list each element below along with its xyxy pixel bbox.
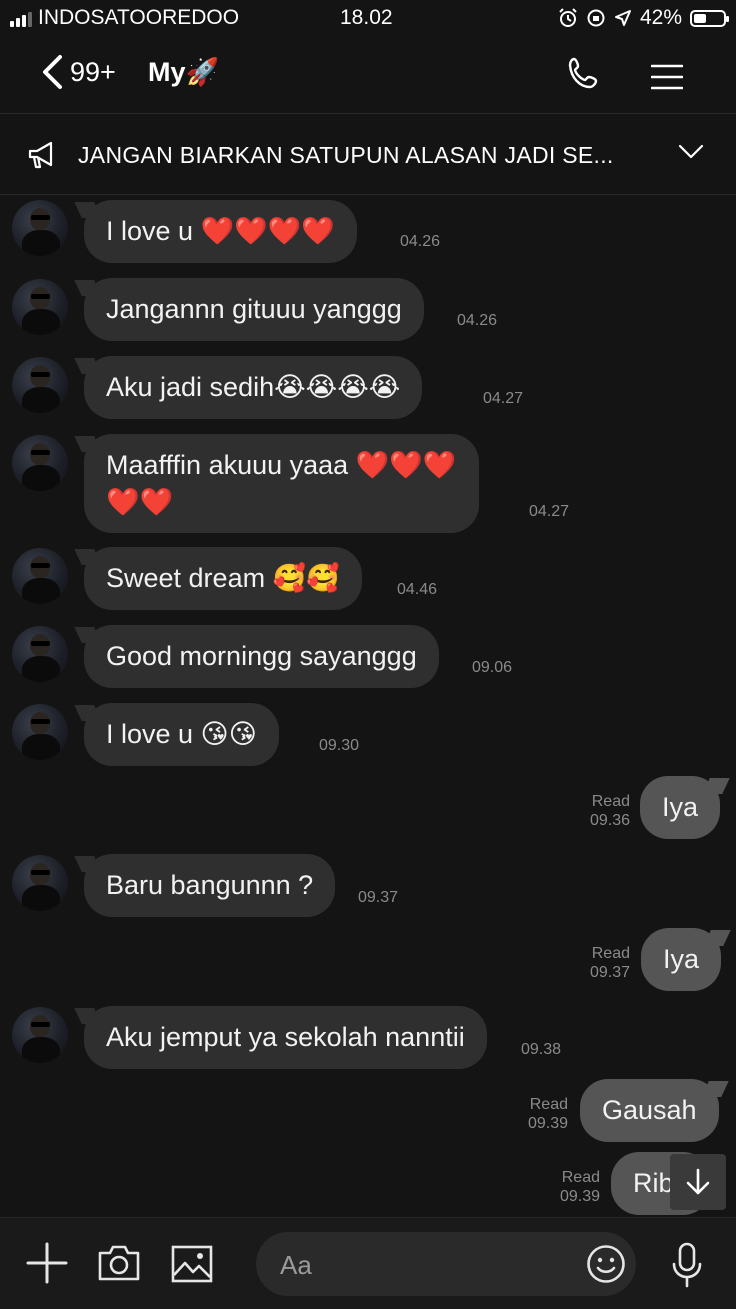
message-time: 09.39 — [559, 1188, 600, 1205]
message-time: 09.37 — [589, 964, 630, 981]
message-time: 04.26 — [457, 312, 498, 329]
rotation-lock-icon — [587, 9, 605, 27]
message-bubble[interactable]: I love u ❤️❤️❤️❤️ — [84, 200, 358, 263]
read-label: Read — [561, 1169, 600, 1186]
status-icons: 42% — [558, 6, 729, 30]
message-text-line2: ❤️❤️ — [106, 487, 174, 517]
message-input-bar — [0, 1217, 736, 1309]
status-bar: INDOSATOOREDOO 18.02 42% — [0, 0, 736, 36]
read-receipt: Read 09.36 — [570, 792, 630, 830]
microphone-icon[interactable] — [670, 1242, 704, 1288]
location-arrow-icon — [614, 10, 631, 26]
avatar[interactable] — [12, 435, 68, 491]
message-input-container[interactable] — [256, 1232, 636, 1298]
message-text: Baru bangunnn ? — [106, 870, 314, 900]
read-label: Read — [591, 793, 630, 810]
message-text: Iya — [663, 944, 700, 974]
message-bubble[interactable]: Aku jadi sedih😭😭😭😭 — [84, 356, 423, 419]
message-text: Gausah — [602, 1095, 697, 1125]
message-text: Aku jadi sedih😭😭😭😭 — [106, 372, 401, 402]
signal-icon — [10, 9, 32, 27]
chevron-down-icon[interactable] — [678, 144, 704, 160]
message-bubble[interactable]: Jangannn gituuu yanggg — [84, 278, 424, 341]
message-text: Iya — [662, 792, 699, 822]
message-bubble[interactable]: Gausah — [580, 1079, 719, 1142]
message-text: Sweet dream 🥰🥰 — [106, 563, 340, 593]
battery-percent: 42% — [639, 6, 682, 29]
carrier-info: INDOSATOOREDOO — [10, 6, 239, 30]
avatar[interactable] — [12, 626, 68, 682]
message-text: Aku jemput ya sekolah nanntii — [106, 1022, 465, 1052]
emoji-icon[interactable] — [586, 1244, 626, 1284]
message-time: 04.26 — [400, 233, 441, 250]
read-receipt: Read 09.37 — [570, 944, 630, 982]
avatar[interactable] — [12, 279, 68, 335]
battery-icon — [690, 9, 729, 27]
message-bubble[interactable]: Sweet dream 🥰🥰 — [84, 547, 362, 610]
avatar[interactable] — [12, 357, 68, 413]
read-label: Read — [591, 945, 630, 962]
avatar[interactable] — [12, 548, 68, 604]
clock: 18.02 — [340, 6, 393, 29]
phone-icon[interactable] — [566, 56, 602, 92]
read-receipt: Read 09.39 — [540, 1168, 600, 1206]
image-icon[interactable] — [171, 1245, 213, 1283]
plus-icon[interactable] — [26, 1242, 68, 1284]
back-button[interactable]: 99+ — [40, 54, 116, 90]
chat-header: 99+ My🚀 — [0, 36, 736, 114]
read-receipt: Read 09.39 — [508, 1095, 568, 1133]
message-text: I love u ❤️❤️❤️❤️ — [106, 216, 336, 246]
message-time: 04.46 — [397, 581, 438, 598]
chat-title[interactable]: My🚀 — [148, 56, 219, 88]
message-bubble[interactable]: Aku jemput ya sekolah nanntii — [84, 1006, 487, 1069]
avatar[interactable] — [12, 1007, 68, 1063]
scroll-to-bottom-button[interactable] — [670, 1154, 726, 1210]
message-time: 09.06 — [472, 659, 513, 676]
message-time: 09.30 — [319, 737, 360, 754]
message-text: Jangannn gituuu yanggg — [106, 294, 402, 324]
message-bubble[interactable]: I love u 😘😘 — [84, 703, 279, 766]
message-time: 09.36 — [589, 812, 630, 829]
read-label: Read — [529, 1096, 568, 1113]
message-text: Good morningg sayanggg — [106, 641, 417, 671]
message-bubble[interactable]: Good morningg sayanggg — [84, 625, 439, 688]
message-time: 09.39 — [527, 1115, 568, 1132]
message-time: 09.38 — [521, 1041, 562, 1058]
announcement-bar[interactable]: JANGAN BIARKAN SATUPUN ALASAN JADI SE... — [0, 114, 736, 195]
carrier-name: INDOSATOOREDOO — [38, 6, 240, 29]
message-bubble[interactable]: Iya — [641, 928, 722, 991]
message-time: 04.27 — [483, 390, 524, 407]
message-time: 09.37 — [358, 889, 399, 906]
message-text: Maafffin akuuu yaaa ❤️❤️❤️ — [106, 450, 457, 480]
chevron-left-icon — [43, 55, 62, 89]
message-input[interactable] — [278, 1232, 582, 1298]
avatar[interactable] — [12, 855, 68, 911]
unread-count: 99+ — [70, 56, 116, 87]
message-time: 04.27 — [529, 503, 570, 520]
announcement-text: JANGAN BIARKAN SATUPUN ALASAN JADI SE... — [78, 142, 614, 168]
avatar[interactable] — [12, 704, 68, 760]
message-bubble[interactable]: Baru bangunnn ? — [84, 854, 336, 917]
message-bubble[interactable]: Maafffin akuuu yaaa ❤️❤️❤️ ❤️❤️ — [84, 434, 479, 533]
message-list[interactable]: I love u ❤️❤️❤️❤️ 04.26 Jangannn gituuu … — [0, 195, 736, 1217]
megaphone-icon — [28, 141, 53, 169]
camera-icon[interactable] — [97, 1244, 141, 1282]
avatar[interactable] — [12, 200, 68, 256]
message-bubble[interactable]: Iya — [640, 776, 721, 839]
hamburger-menu-icon[interactable] — [651, 64, 683, 90]
message-text: I love u 😘😘 — [106, 719, 257, 749]
arrow-down-icon — [686, 1168, 710, 1195]
alarm-icon — [559, 8, 577, 27]
